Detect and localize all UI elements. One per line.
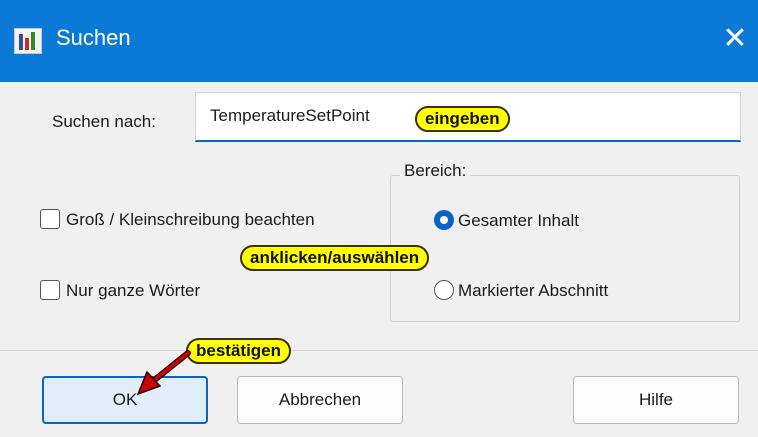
- pointer-arrow-icon: [136, 350, 191, 396]
